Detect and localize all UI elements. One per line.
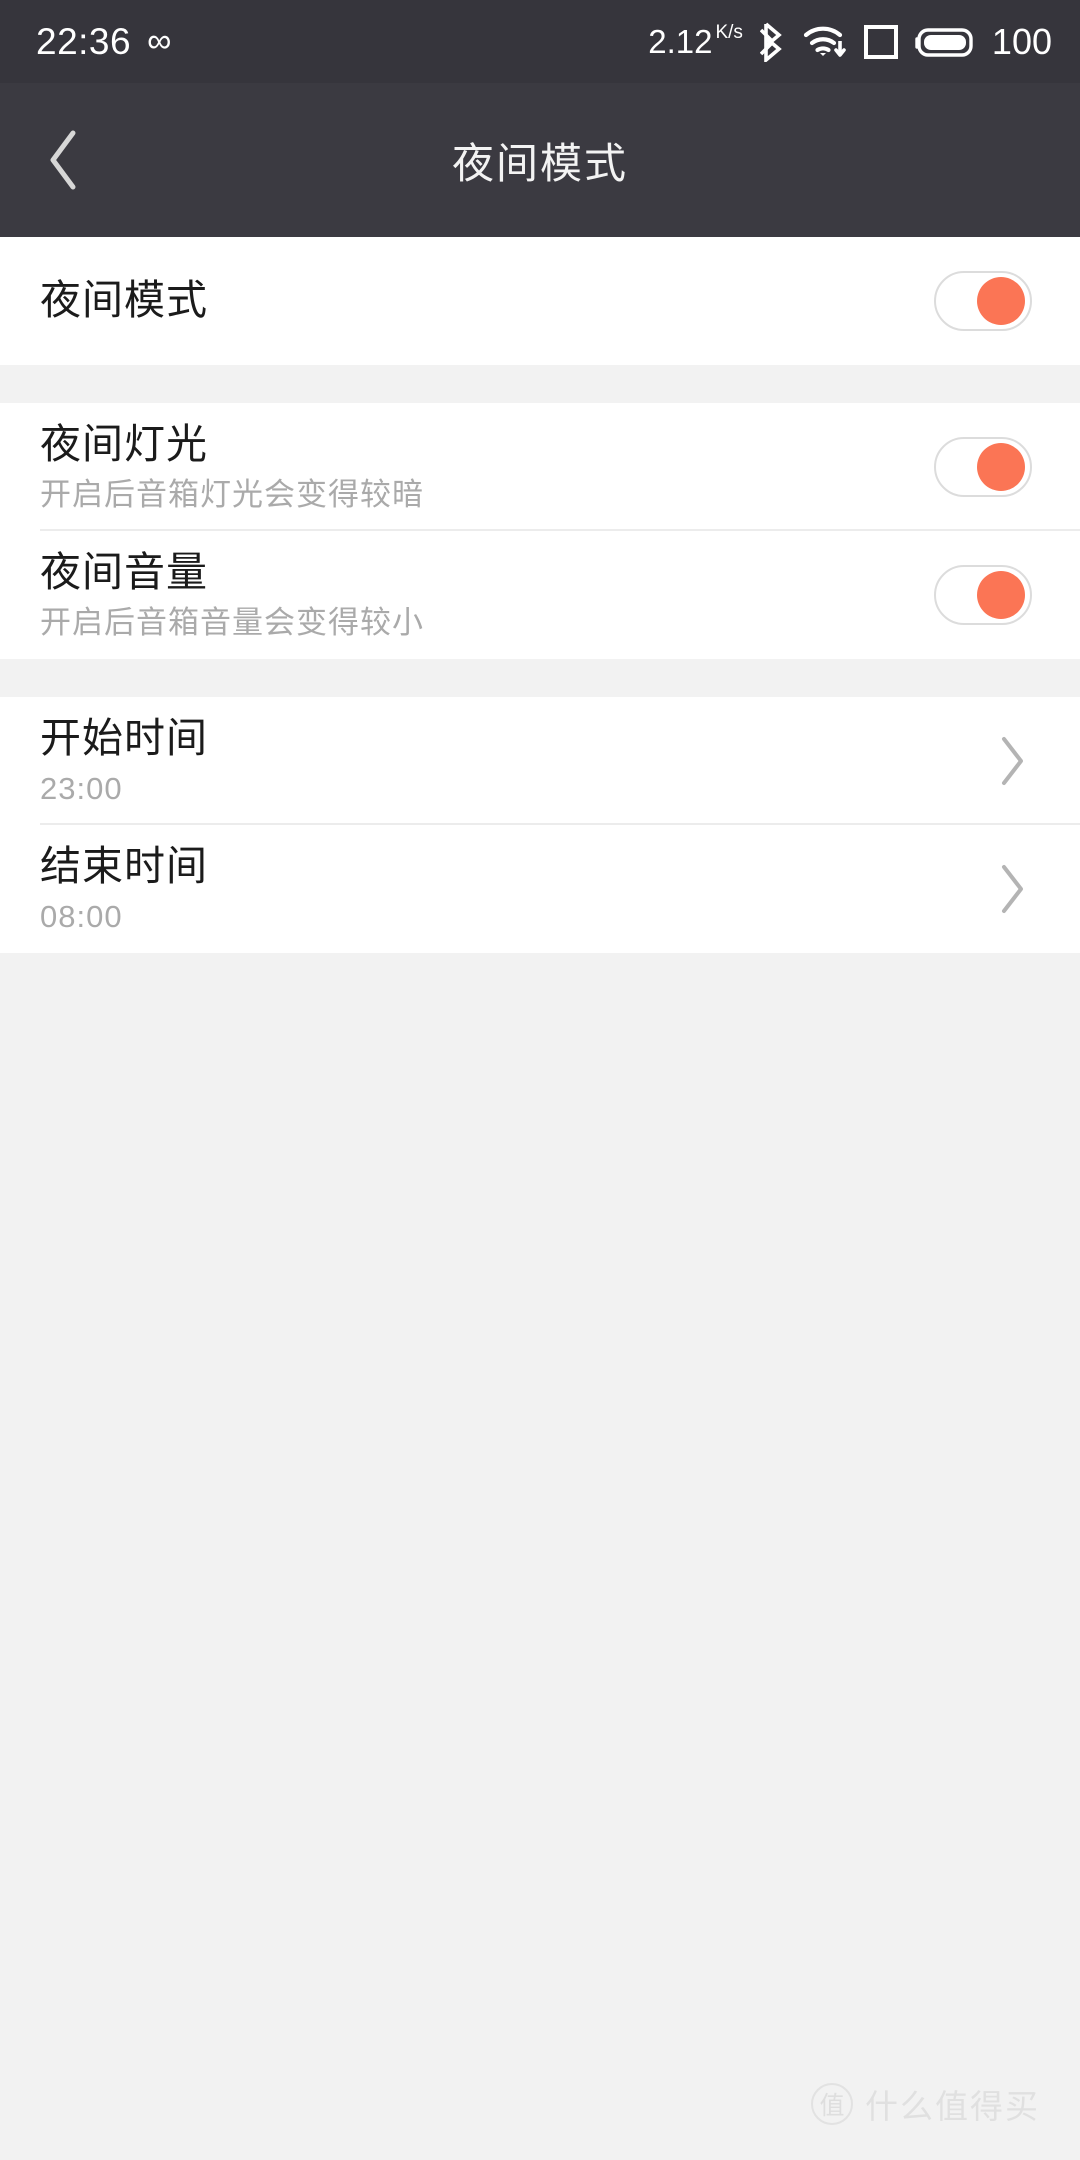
toggle-knob [977, 571, 1025, 619]
wifi-download-icon [803, 22, 847, 62]
settings-section-behavior: 夜间灯光 开启后音箱灯光会变得较暗 夜间音量 开启后音箱音量会变得较小 [0, 403, 1080, 659]
row-start-time[interactable]: 开始时间 23:00 [0, 697, 1080, 825]
title-bar: 夜间模式 [0, 83, 1080, 237]
row-subtitle: 开启后音箱灯光会变得较暗 [40, 477, 424, 513]
page-title: 夜间模式 [451, 139, 628, 187]
row-night-volume[interactable]: 夜间音量 开启后音箱音量会变得较小 [0, 531, 1080, 659]
chevron-left-icon [50, 130, 76, 190]
network-speed: 2.12 K/s [648, 22, 743, 60]
status-bar-left: 22:36 ∞ [36, 23, 171, 60]
watermark: 值 什么值得买 [811, 2080, 1040, 2128]
chevron-right-icon [992, 733, 1032, 789]
watermark-badge-icon: 值 [811, 2083, 853, 2125]
toggle-night-volume[interactable] [934, 565, 1032, 625]
infinity-icon: ∞ [147, 21, 172, 60]
row-title: 夜间音量 [40, 549, 208, 596]
row-title: 开始时间 [40, 715, 208, 762]
battery-percent: 100 [991, 20, 1052, 62]
bluetooth-icon [759, 22, 786, 62]
row-night-mode[interactable]: 夜间模式 [0, 237, 1080, 365]
network-speed-unit: K/s [715, 22, 743, 43]
battery-icon [915, 22, 977, 62]
network-speed-value: 2.12 [648, 23, 713, 60]
row-value-start-time: 23:00 [40, 771, 123, 807]
section-gap-2 [0, 659, 1080, 697]
watermark-text: 什么值得买 [865, 2088, 1040, 2125]
row-texts: 开始时间 23:00 [40, 715, 992, 807]
row-title: 结束时间 [40, 843, 208, 890]
row-subtitle: 开启后音箱音量会变得较小 [40, 605, 424, 641]
row-texts: 夜间灯光 开启后音箱灯光会变得较暗 [40, 421, 934, 513]
phone-screen: 22:36 ∞ 2.12 K/s 100 夜间模式 夜间模式 夜间灯光 开启后音… [0, 0, 1080, 2160]
row-end-time[interactable]: 结束时间 08:00 [0, 825, 1080, 953]
row-value-end-time: 08:00 [40, 899, 123, 935]
row-title: 夜间灯光 [40, 421, 208, 468]
section-gap-1 [0, 365, 1080, 403]
settings-section-main: 夜间模式 [0, 237, 1080, 365]
settings-section-schedule: 开始时间 23:00 结束时间 08:00 [0, 697, 1080, 953]
row-title: 夜间模式 [40, 277, 208, 324]
back-button[interactable] [0, 83, 132, 237]
toggle-knob [977, 443, 1025, 491]
toggle-knob [977, 277, 1025, 325]
status-bar: 22:36 ∞ 2.12 K/s 100 [0, 0, 1080, 83]
sim-card-icon [863, 22, 898, 62]
toggle-night-light[interactable] [934, 437, 1032, 497]
row-texts: 夜间音量 开启后音箱音量会变得较小 [40, 549, 934, 641]
chevron-right-icon [992, 861, 1032, 917]
status-bar-right: 2.12 K/s 100 [648, 22, 1052, 62]
toggle-night-mode[interactable] [934, 271, 1032, 331]
status-clock: 22:36 [36, 21, 132, 62]
row-night-light[interactable]: 夜间灯光 开启后音箱灯光会变得较暗 [0, 403, 1080, 531]
row-texts: 夜间模式 [40, 277, 934, 324]
row-texts: 结束时间 08:00 [40, 843, 992, 935]
